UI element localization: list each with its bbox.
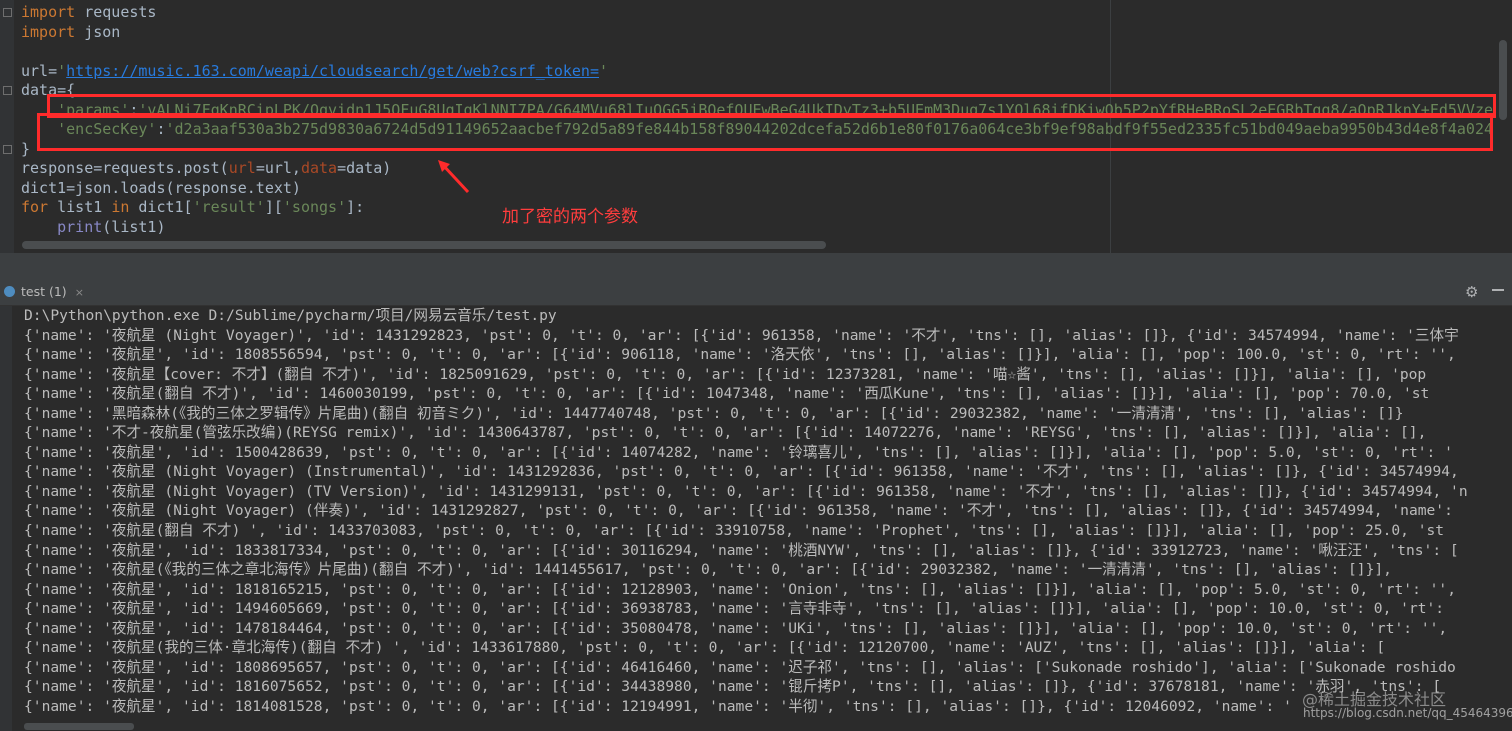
console-output-line: {'name': '夜航星 (Night Voyager) (伴奏)', 'id… xyxy=(24,502,1453,520)
console-output-line: {'name': '夜航星', 'id': 1833817334, 'pst':… xyxy=(24,541,1459,559)
tab-label: test (1) xyxy=(21,284,67,299)
code-line[interactable]: import requests xyxy=(21,3,1511,23)
console-output-line: {'name': '不才-夜航星(管弦乐改编)(REYSG remix)', '… xyxy=(24,424,1427,442)
code-token: ][ xyxy=(264,198,283,216)
code-line[interactable]: url='https://music.163.com/weapi/cloudse… xyxy=(21,62,1511,82)
tab-run-test[interactable]: test (1) × xyxy=(4,282,84,302)
console-output-line: {'name': '夜航星', 'id': 1818165215, 'pst':… xyxy=(24,580,1456,598)
console-output-line: {'name': '黑暗森林(《我的三体之罗辑传》片尾曲)(翻自 初音ミク)',… xyxy=(24,404,1404,422)
console-output-line: {'name': '夜航星(我的三体·章北海传)(翻自 不才) ', 'id':… xyxy=(24,639,1386,657)
close-icon[interactable]: × xyxy=(75,286,84,299)
editor-vertical-scrollbar[interactable] xyxy=(1496,0,1512,253)
console-output-line: {'name': '夜航星 (Night Voyager) (Instrumen… xyxy=(24,463,1459,481)
code-token: dict1[ xyxy=(129,198,193,216)
code-token: dict1=json.loads(response.text) xyxy=(21,178,301,197)
code-token: } xyxy=(21,139,31,158)
fold-marker-icon[interactable] xyxy=(3,8,12,17)
minimize-icon[interactable] xyxy=(1492,289,1504,291)
console-output-line: {'name': '夜航星', 'id': 1500428639, 'pst':… xyxy=(24,443,1453,461)
console-output-line: {'name': '夜航星', 'id': 1816075652, 'pst':… xyxy=(24,678,1442,696)
editor-gutter xyxy=(0,0,14,253)
gear-icon[interactable]: ⚙ xyxy=(1465,283,1478,301)
code-line[interactable]: import json xyxy=(21,23,1511,43)
highlight-box-encseckey xyxy=(37,113,1493,151)
code-token: =url, xyxy=(255,159,301,177)
console-output-line: {'name': '夜航星', 'id': 1808556594, 'pst':… xyxy=(24,346,1456,364)
code-token: url= xyxy=(21,61,58,80)
code-token: list1 xyxy=(48,198,112,216)
code-token: import xyxy=(21,22,76,41)
code-line[interactable]: response=requests.post(url=url,data=data… xyxy=(21,159,1511,179)
console-output-line: {'name': '夜航星 (Night Voyager) (TV Versio… xyxy=(24,482,1468,500)
code-token: data xyxy=(300,159,338,177)
code-line[interactable]: print(list1) xyxy=(21,218,1511,238)
console-horizontal-scrollbar[interactable] xyxy=(24,723,134,730)
console-gutter xyxy=(0,306,12,731)
code-token: url xyxy=(228,159,256,177)
console-command: D:\Python\python.exe D:/Sublime/pycharm/… xyxy=(24,307,557,324)
console-output-line: {'name': '夜航星(翻自 不才)', 'id': 1460030199,… xyxy=(24,385,1430,403)
console-output-line: {'name': '夜航星', 'id': 1494605669, 'pst':… xyxy=(24,600,1445,618)
annotation-arrow-icon xyxy=(438,160,470,194)
code-token: requests xyxy=(75,3,157,21)
scroll-thumb[interactable] xyxy=(1499,40,1507,120)
code-token: 'songs' xyxy=(282,198,347,216)
code-line[interactable] xyxy=(21,42,1511,62)
console-output-line: {'name': '夜航星(翻自 不才) ', 'id': 1433703083… xyxy=(24,522,1445,540)
code-token: json xyxy=(75,22,121,41)
code-line[interactable]: dict1=json.loads(response.text) xyxy=(21,179,1511,199)
fold-marker-icon[interactable] xyxy=(3,145,12,154)
code-token: ]: xyxy=(346,198,365,216)
code-token: 'result' xyxy=(192,198,265,216)
console-output-line: {'name': '夜航星【cover: 不才】(翻自 不才)', 'id': … xyxy=(24,365,1427,383)
code-token: (list1) xyxy=(102,217,166,236)
run-console[interactable]: D:\Python\python.exe D:/Sublime/pycharm/… xyxy=(0,306,1512,731)
code-token: ' xyxy=(598,61,609,80)
code-token: in xyxy=(111,198,130,216)
code-token: for xyxy=(21,198,49,216)
run-tool-window-header: test (1) × xyxy=(0,279,1512,306)
annotation-note: 加了密的两个参数 xyxy=(502,207,638,227)
code-token: response=requests.post( xyxy=(21,159,229,177)
code-token: import xyxy=(21,3,76,21)
watermark-url: https://blog.csdn.net/qq_45464396 xyxy=(1303,706,1512,720)
console-output-line: {'name': '夜航星', 'id': 1808695657, 'pst':… xyxy=(24,658,1456,676)
python-file-icon xyxy=(4,286,15,297)
code-line[interactable]: for list1 in dict1['result']['songs']: xyxy=(21,198,1511,218)
code-token: ' xyxy=(57,61,67,80)
console-output-line: {'name': '夜航星 (Night Voyager)', 'id': 14… xyxy=(24,326,1459,344)
console-output-line: {'name': '夜航星(《我的三体之章北海传》片尾曲)(翻自 不才)', '… xyxy=(24,561,1392,579)
editor-horizontal-scrollbar[interactable] xyxy=(22,241,826,249)
console-output[interactable]: D:\Python\python.exe D:/Sublime/pycharm/… xyxy=(24,306,1468,716)
code-token: https://music.163.com/weapi/cloudsearch/… xyxy=(66,61,599,80)
console-output-line: {'name': '夜航星', 'id': 1814081528, 'pst':… xyxy=(24,697,1292,715)
panel-divider[interactable] xyxy=(0,253,1512,279)
code-token: =data) xyxy=(337,159,392,177)
console-output-line: {'name': '夜航星', 'id': 1478184464, 'pst':… xyxy=(24,619,1448,637)
code-token: print xyxy=(57,217,103,236)
fold-marker-icon[interactable] xyxy=(3,86,12,95)
